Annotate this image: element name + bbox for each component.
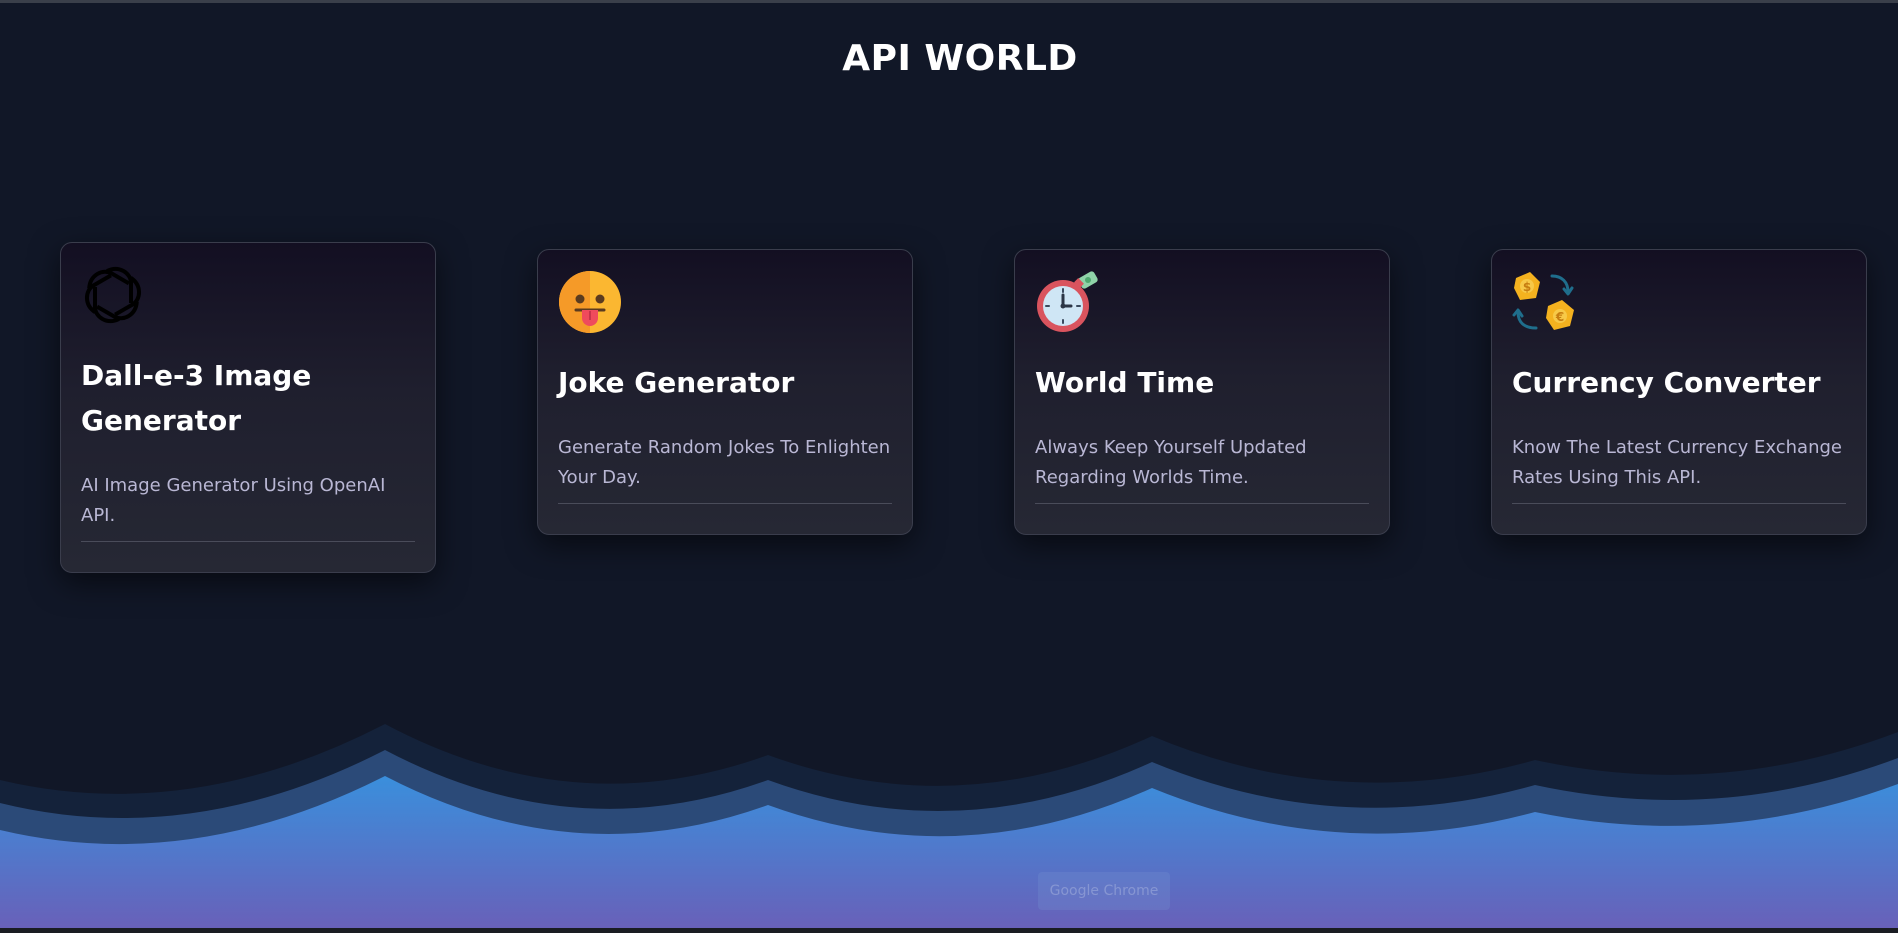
card-joke-generator[interactable]: Joke Generator Generate Random Jokes To … [537,249,913,535]
openai-logo-icon [84,266,142,324]
page-title: API WORLD [842,38,1078,79]
card-description: Generate Random Jokes To Enlighten Your … [558,437,891,488]
card-description: AI Image Generator Using OpenAI API. [81,475,386,526]
card-world-time[interactable]: World Time Always Keep Yourself Updated … [1014,249,1390,535]
svg-text:$: $ [1523,280,1531,294]
taskbar-tooltip: Google Chrome [1038,872,1170,910]
card-divider [1035,503,1369,504]
page: API WORLD Dall-e-3 Image Generator AI Im… [0,0,1898,933]
window-top-border [0,0,1898,3]
card-divider [558,503,892,504]
card-dalle-image-generator[interactable]: Dall-e-3 Image Generator AI Image Genera… [60,242,436,573]
card-description: Know The Latest Currency Exchange Rates … [1512,437,1842,488]
card-currency-converter[interactable]: $ € Currency Converter Know The Latest C… [1491,249,1867,535]
card-description: Always Keep Yourself Updated Regarding W… [1035,437,1307,488]
card-divider [1512,503,1846,504]
tongue-out-face-icon [559,271,621,333]
currency-exchange-icon: $ € [1512,272,1574,330]
card-title: World Time [1035,366,1215,399]
window-bottom-border [0,928,1898,933]
card-title: Joke Generator [558,366,795,399]
svg-text:€: € [1555,310,1564,324]
card-title: Dall-e-3 Image Generator [81,359,312,437]
decorative-waves [0,724,1898,933]
stopwatch-globe-icon [1037,271,1098,332]
card-title: Currency Converter [1512,366,1821,399]
card-divider [81,541,415,542]
